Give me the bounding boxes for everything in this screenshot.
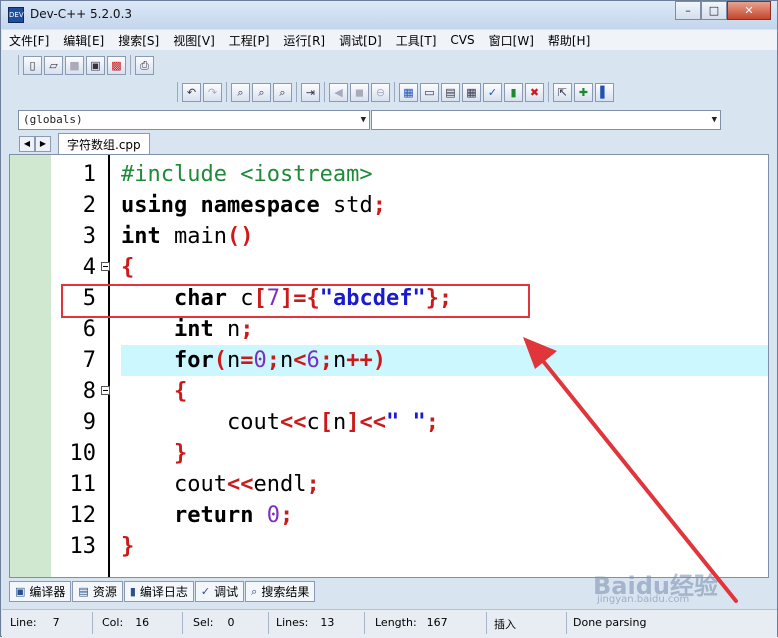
arrow-head <box>523 337 557 369</box>
annotation-arrow <box>523 337 738 603</box>
watermark-url: jingyan.baidu.com <box>597 594 690 605</box>
arrow-shaft <box>537 354 738 603</box>
devcpp-window: DEV Dev-C++ 5.2.0.3 – □ ✕ 文件[F] 编辑[E] 搜索[S… <box>0 0 778 637</box>
